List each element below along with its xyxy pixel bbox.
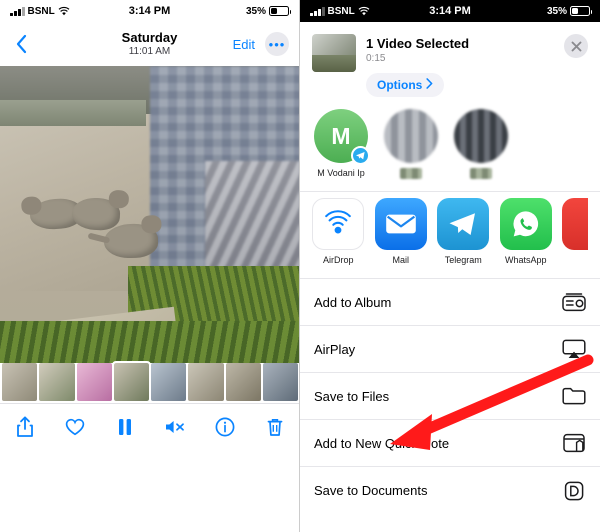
share-apps-row: AirDrop Mail Telegram WhatsApp <box>300 191 600 279</box>
action-add-to-new-quick-note[interactable]: Add to New Quick Note <box>300 420 600 467</box>
pause-icon[interactable] <box>113 415 137 439</box>
status-bar-right: BSNL 3:14 PM 35% <box>300 0 600 22</box>
album-icon <box>562 292 586 312</box>
more-options-button[interactable]: ••• <box>265 32 289 56</box>
action-add-to-album[interactable]: Add to Album <box>300 279 600 326</box>
share-actions-list: Add to Album AirPlay Save to Files Add t… <box>300 279 600 514</box>
navbar-right-group: Edit ••• <box>233 32 289 56</box>
share-sheet: 1 Video Selected 0:15 Options M M Vodani… <box>300 22 600 532</box>
action-label: Add to New Quick Note <box>314 435 450 451</box>
list-item[interactable]: M M Vodani Ip <box>312 109 370 179</box>
action-label: Save to Documents <box>314 483 428 498</box>
partial-app-icon <box>562 198 588 250</box>
chevron-left-icon[interactable] <box>10 33 32 55</box>
airplay-icon <box>562 339 586 359</box>
list-item-selected[interactable] <box>111 361 152 403</box>
video-thumbnail[interactable] <box>312 34 356 72</box>
app-label: AirDrop <box>322 255 354 265</box>
chevron-right-icon <box>426 78 433 92</box>
app-whatsapp[interactable]: WhatsApp <box>499 198 553 266</box>
list-item[interactable] <box>452 109 510 181</box>
photo-thumbnail-strip[interactable] <box>0 361 299 403</box>
photo-canvas[interactable] <box>0 66 299 449</box>
action-label: Save to Files <box>314 388 390 404</box>
status-bar-time: 3:14 PM <box>128 5 171 17</box>
action-label: Add to Album <box>314 294 392 310</box>
app-label: Mail <box>392 255 409 265</box>
cat-3 <box>87 214 162 259</box>
folder-icon <box>562 386 586 406</box>
info-circle-icon[interactable] <box>213 415 237 439</box>
speaker-mute-icon[interactable] <box>163 415 187 439</box>
list-item[interactable] <box>39 363 75 401</box>
app-label: Telegram <box>444 255 482 265</box>
list-item[interactable] <box>382 109 440 181</box>
avatar[interactable]: M <box>314 109 370 165</box>
list-item-label <box>469 168 493 179</box>
status-bar-time: 3:14 PM <box>429 5 471 17</box>
cat-2-head <box>108 189 130 209</box>
list-item[interactable] <box>188 363 224 401</box>
avatar-initial: M <box>331 122 351 149</box>
options-button[interactable]: Options <box>366 73 445 97</box>
airdrop-icon <box>312 198 365 250</box>
share-sheet-header: 1 Video Selected 0:15 Options <box>300 22 600 105</box>
app-partial[interactable] <box>562 198 588 250</box>
trash-icon[interactable] <box>263 415 287 439</box>
app-airdrop[interactable]: AirDrop <box>312 198 365 266</box>
list-item[interactable] <box>262 363 298 401</box>
mail-icon <box>374 198 427 250</box>
list-item-label: M Vodani Ip <box>317 168 365 178</box>
list-item[interactable] <box>2 363 38 401</box>
documents-d-icon <box>562 481 586 501</box>
action-save-to-documents[interactable]: Save to Documents <box>300 467 600 514</box>
quick-note-icon <box>562 433 586 453</box>
video-duration-label: 0:15 <box>366 53 386 64</box>
share-sheet-title-block: 1 Video Selected 0:15 Options <box>366 34 469 97</box>
right-phone-screen: BSNL 3:14 PM 35% 1 Video Selected 0:15 O… <box>300 0 600 532</box>
whatsapp-icon <box>499 198 552 250</box>
suggested-people-row: M M Vodani Ip <box>300 105 600 191</box>
cat-3-head <box>141 214 162 234</box>
telegram-badge-icon <box>351 146 370 165</box>
photo-navbar: Saturday 11:01 AM Edit ••• <box>0 22 299 66</box>
screenshot-root: BSNL 3:14 PM 35% Saturday 11:01 AM Edit <box>0 0 600 532</box>
status-bar-left: BSNL 3:14 PM 35% <box>0 0 299 22</box>
list-item-label <box>399 168 423 179</box>
close-icon[interactable] <box>564 34 588 58</box>
edit-button[interactable]: Edit <box>233 37 255 52</box>
cat-1-head <box>20 196 42 216</box>
list-item[interactable] <box>225 363 261 401</box>
avatar[interactable] <box>384 109 438 163</box>
heart-icon[interactable] <box>63 415 87 439</box>
app-telegram[interactable]: Telegram <box>437 198 490 266</box>
photo-toolbar <box>0 403 299 449</box>
photo-wall-lower <box>0 100 146 126</box>
share-icon[interactable] <box>13 415 37 439</box>
left-phone-screen: BSNL 3:14 PM 35% Saturday 11:01 AM Edit <box>0 0 300 532</box>
list-item[interactable] <box>151 363 187 401</box>
telegram-icon <box>437 198 490 250</box>
list-item[interactable] <box>76 363 112 401</box>
options-button-label: Options <box>377 78 423 92</box>
battery-icon <box>269 6 291 16</box>
action-airplay[interactable]: AirPlay <box>300 326 600 373</box>
action-label: AirPlay <box>314 341 356 357</box>
page-title: 1 Video Selected <box>366 36 470 51</box>
battery-icon <box>570 6 592 16</box>
app-mail[interactable]: Mail <box>374 198 428 266</box>
app-label: WhatsApp <box>504 255 547 265</box>
action-save-to-files[interactable]: Save to Files <box>300 373 600 420</box>
avatar[interactable] <box>454 109 508 163</box>
